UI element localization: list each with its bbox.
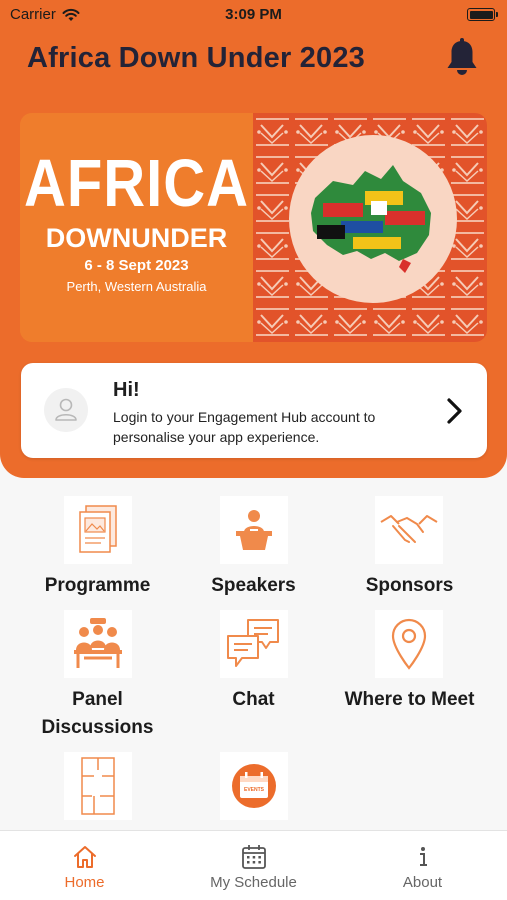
tile-events[interactable]: EVENTS: [176, 752, 331, 822]
tile-label-where-to-meet: Where to Meet: [344, 689, 475, 710]
tile-chat[interactable]: Chat: [176, 610, 331, 720]
tile-floor-plan[interactable]: [20, 752, 175, 822]
home-icon: [74, 846, 96, 868]
tab-label-my-schedule: My Schedule: [210, 874, 297, 891]
tab-my-schedule[interactable]: My Schedule: [169, 831, 338, 900]
info-icon: [420, 847, 427, 866]
chevron-right-icon[interactable]: [441, 396, 467, 426]
tab-home[interactable]: Home: [0, 831, 169, 900]
events-badge-text: EVENTS: [244, 787, 265, 793]
chat-icon: [220, 610, 288, 678]
tile-programme[interactable]: Programme: [20, 496, 175, 606]
tile-label-programme: Programme: [44, 575, 151, 596]
events-icon: EVENTS: [220, 752, 288, 820]
tab-label-about: About: [402, 874, 443, 891]
tile-label-panel-discussions: Panel Discussions: [41, 689, 154, 738]
map-pin-icon: [375, 610, 443, 678]
tab-label-home: Home: [64, 874, 105, 891]
tile-label-sponsors: Sponsors: [365, 575, 454, 596]
tile-label-speakers: Speakers: [211, 575, 296, 596]
panel-discussion-icon: [64, 610, 132, 678]
banner-text-panel: AFRICA DOWNUNDER 6 - 8 Sept 2023 Perth, …: [20, 113, 253, 342]
banner-title-downunder: DOWNUNDER: [45, 223, 228, 253]
tile-label-chat: Chat: [232, 689, 275, 710]
app-title: Africa Down Under 2023: [27, 42, 365, 74]
tab-about[interactable]: About: [338, 831, 507, 900]
speaker-icon: [220, 496, 288, 564]
banner-location: Perth, Western Australia: [66, 279, 207, 294]
bell-icon[interactable]: [444, 38, 480, 78]
event-banner[interactable]: AFRICA DOWNUNDER 6 - 8 Sept 2023 Perth, …: [20, 113, 487, 342]
login-message: Login to your Engagement Hub account to …: [113, 409, 376, 445]
status-bar: Carrier 3:09 PM: [0, 0, 507, 30]
battery-icon: [467, 8, 498, 21]
bottom-tab-bar: Home My Schedule About: [0, 830, 507, 900]
banner-pattern-art: [253, 113, 487, 342]
calendar-icon: [242, 845, 266, 869]
banner-title-africa: AFRICA: [23, 146, 250, 221]
login-greeting: Hi!: [113, 379, 140, 401]
tile-panel-discussions[interactable]: Panel Discussions: [20, 610, 175, 740]
tile-sponsors[interactable]: Sponsors: [332, 496, 487, 606]
user-avatar-icon: [44, 388, 88, 432]
floor-plan-icon: [64, 752, 132, 820]
tile-speakers[interactable]: Speakers: [176, 496, 331, 606]
banner-dates: 6 - 8 Sept 2023: [84, 257, 189, 274]
tile-where-to-meet[interactable]: Where to Meet: [332, 610, 487, 720]
programme-icon: [64, 496, 132, 564]
handshake-icon: [375, 496, 443, 564]
login-card[interactable]: Hi! Login to your Engagement Hub account…: [21, 363, 487, 458]
status-time: 3:09 PM: [225, 6, 282, 23]
